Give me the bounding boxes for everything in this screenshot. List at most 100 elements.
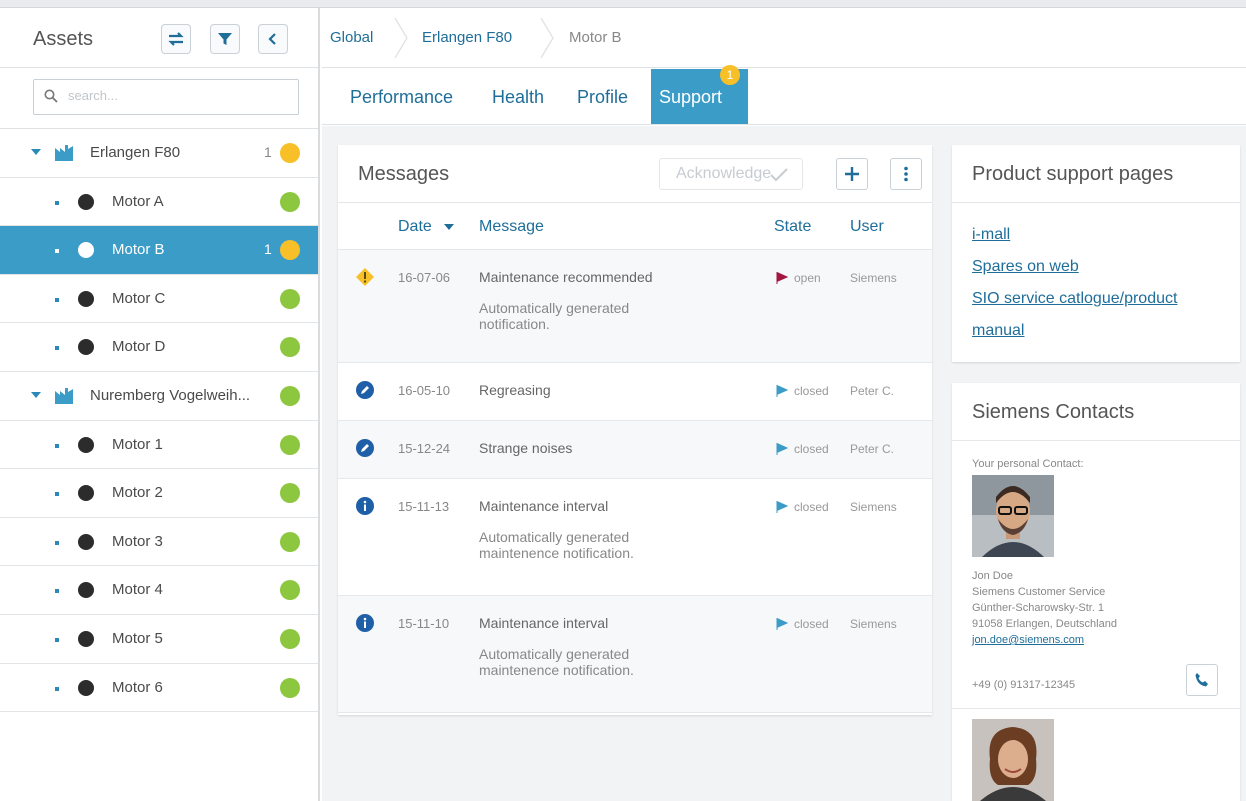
tree-item-row[interactable]: Motor B 1: [0, 226, 318, 275]
messages-panel: Messages Acknowledge Date Message State …: [338, 145, 932, 715]
tree-group-row[interactable]: Nuremberg Vogelweih...: [0, 372, 318, 421]
tree-label: Motor C: [112, 289, 166, 307]
message-subtext: Automatically generated maintenence noti…: [479, 646, 634, 678]
status-indicator-icon: [280, 483, 300, 504]
filter-icon: [218, 33, 232, 45]
contact-info: Jon Doe Siemens Customer Service Günther…: [972, 568, 1172, 648]
status-indicator-icon: [280, 580, 300, 601]
tree-item-row[interactable]: Motor 3: [0, 518, 318, 567]
message-state: closed: [794, 500, 829, 514]
contact-photo-2: [972, 719, 1054, 801]
message-row[interactable]: 16-07-06 Maintenance recommended Automatic…: [338, 250, 932, 363]
contact-subtitle: Your personal Contact:: [972, 458, 1084, 470]
tab-performance[interactable]: Performance: [350, 69, 453, 124]
contact-city: 91058 Erlangen, Deutschland: [972, 618, 1117, 630]
tree-item-row[interactable]: Motor 2: [0, 469, 318, 518]
more-options-button[interactable]: [890, 158, 922, 190]
top-bar: [0, 0, 1246, 8]
column-state[interactable]: State: [774, 218, 811, 236]
support-title: Product support pages: [972, 163, 1174, 185]
link-imall[interactable]: i-mall: [972, 219, 1232, 251]
status-indicator-icon: [280, 628, 300, 649]
phone-icon: [1195, 673, 1208, 687]
caret-down-icon[interactable]: [31, 391, 41, 398]
tree-label: Motor 5: [112, 629, 163, 647]
tab-support[interactable]: Support 1: [651, 65, 748, 124]
tree-label: Motor A: [112, 192, 164, 210]
bullet-icon: [55, 492, 59, 497]
column-date[interactable]: Date: [398, 218, 455, 236]
tab-health[interactable]: Health: [492, 69, 544, 124]
link-sio-catalogue[interactable]: SIO service catlogue/product manual: [972, 283, 1232, 347]
avatar: [972, 475, 1054, 557]
acknowledge-button[interactable]: Acknowledge: [659, 158, 803, 190]
asset-dot-icon: [78, 339, 94, 356]
tab-support-label: Support: [659, 87, 723, 107]
call-button[interactable]: [1186, 664, 1218, 696]
info-icon: [356, 497, 374, 520]
tree-item-row[interactable]: Motor 4: [0, 566, 318, 615]
breadcrumb: Global Erlangen F80 Motor B: [322, 8, 1246, 68]
asset-dot-icon: [78, 679, 94, 696]
asset-dot-icon: [78, 582, 94, 599]
tree-item-row[interactable]: Motor 6: [0, 664, 318, 713]
filter-button[interactable]: [210, 24, 240, 54]
column-user[interactable]: User: [850, 218, 884, 236]
message-date: 16-05-10: [398, 383, 451, 398]
asset-sidebar: Assets Erlangen F801Motor AMotor B1Motor…: [0, 8, 320, 801]
message-row[interactable]: 15-12-24 Strange noises closed Peter C.: [338, 421, 932, 479]
message-text: Maintenance interval: [479, 498, 609, 514]
search-icon: [44, 89, 58, 103]
tree-item-row[interactable]: Motor 5: [0, 615, 318, 664]
edit-icon: [356, 381, 374, 404]
link-spares[interactable]: Spares on web: [972, 251, 1232, 283]
bullet-icon: [55, 686, 59, 691]
message-text: Strange noises: [479, 440, 573, 456]
column-date-label: Date: [398, 218, 432, 235]
message-date: 15-11-13: [398, 499, 450, 514]
message-row[interactable]: 16-05-10 Regreasing closed Peter C.: [338, 363, 932, 421]
plant-icon: [55, 387, 73, 404]
tree-item-row[interactable]: Motor 1: [0, 421, 318, 470]
avatar: [972, 719, 1054, 801]
message-user: Peter C.: [850, 442, 895, 456]
tree-item-row[interactable]: Motor C: [0, 275, 318, 324]
breadcrumb-erlangen[interactable]: Erlangen F80: [422, 29, 512, 46]
message-text: Maintenance recommended: [479, 269, 653, 285]
status-indicator-icon: [280, 531, 300, 552]
message-state: closed: [794, 617, 829, 631]
bullet-icon: [55, 249, 59, 254]
add-message-button[interactable]: [836, 158, 868, 190]
tab-profile[interactable]: Profile: [577, 69, 628, 124]
breadcrumb-global[interactable]: Global: [330, 29, 373, 46]
search-input[interactable]: [68, 88, 288, 103]
message-date: 15-12-24: [398, 441, 451, 456]
bullet-icon: [55, 200, 59, 205]
breadcrumb-current: Motor B: [569, 29, 622, 46]
tab-bar: Performance Health Profile Support 1: [322, 65, 1246, 125]
message-row[interactable]: 15-11-10 Maintenance interval Automaticall…: [338, 596, 932, 713]
divider: [952, 440, 1240, 441]
tree-group-row[interactable]: Erlangen F80 1: [0, 129, 318, 178]
message-subtext: Automatically generated notification.: [479, 300, 630, 332]
plus-icon: [845, 167, 859, 181]
contact-email[interactable]: jon.doe@siemens.com: [972, 634, 1084, 646]
flag-icon: [776, 272, 788, 284]
message-state: open: [794, 271, 821, 285]
tree-item-row[interactable]: Motor D: [0, 323, 318, 372]
status-indicator-icon: [280, 191, 300, 212]
caret-down-icon[interactable]: [31, 149, 41, 155]
contacts-panel: Siemens Contacts Your personal Contact: …: [952, 383, 1240, 801]
tree-item-row[interactable]: Motor A: [0, 178, 318, 227]
column-message[interactable]: Message: [479, 218, 544, 236]
bullet-icon: [55, 443, 59, 448]
contact-street: Günther-Scharowsky-Str. 1: [972, 602, 1105, 614]
tree-label: Motor D: [112, 338, 166, 356]
message-user: Peter C.: [850, 384, 895, 398]
tree-label: Erlangen F80: [90, 144, 181, 161]
swap-button[interactable]: [161, 24, 191, 54]
message-row[interactable]: 15-11-13 Maintenance interval Automaticall…: [338, 479, 932, 596]
collapse-sidebar-button[interactable]: [258, 24, 288, 54]
asset-dot-icon: [78, 533, 94, 550]
bullet-icon: [55, 540, 59, 545]
